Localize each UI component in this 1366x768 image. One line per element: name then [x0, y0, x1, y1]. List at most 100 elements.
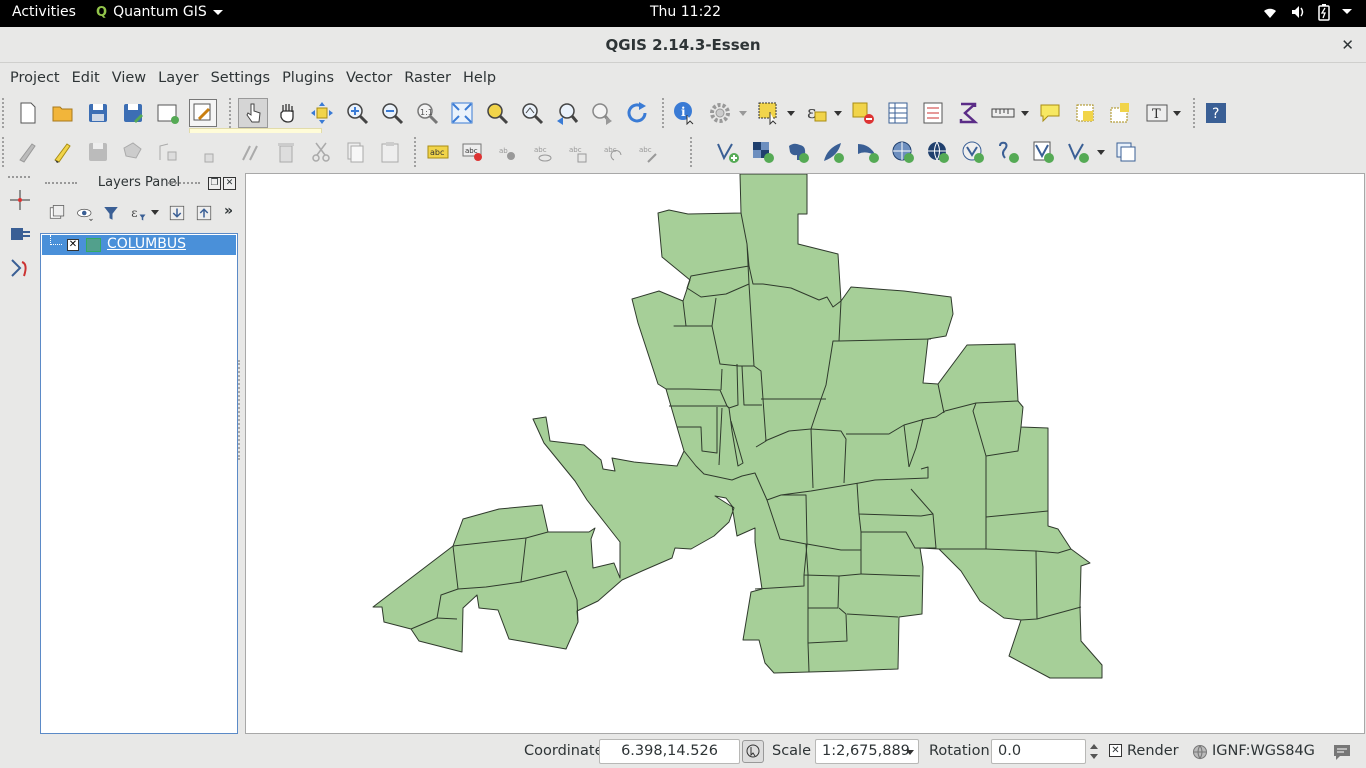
new-spatialite-layer-button[interactable]: [1064, 138, 1092, 166]
add-vector-layer-button[interactable]: [714, 138, 742, 166]
menu-layer[interactable]: Layer: [152, 64, 204, 94]
render-checkbox[interactable]: ✕: [1109, 744, 1122, 757]
open-project-button[interactable]: [49, 99, 77, 127]
add-postgis-layer-button[interactable]: [784, 138, 812, 166]
composer-manager-button[interactable]: [189, 99, 217, 127]
zoom-in-button[interactable]: [343, 99, 371, 127]
zoom-to-selection-button[interactable]: [483, 99, 511, 127]
add-raster-layer-button[interactable]: [749, 138, 777, 166]
delete-selected-button[interactable]: [272, 138, 300, 166]
toolbar-grip[interactable]: [229, 98, 232, 128]
save-as-button[interactable]: [119, 99, 147, 127]
new-shapefile-layer-button[interactable]: [1029, 138, 1057, 166]
float-panel-icon[interactable]: ❐: [208, 177, 221, 190]
select-features-button[interactable]: [755, 99, 783, 127]
save-project-button[interactable]: [84, 99, 112, 127]
pin-labels-button[interactable]: abc: [459, 138, 487, 166]
show-hide-labels-button[interactable]: abc: [529, 138, 557, 166]
filter-by-expression-button[interactable]: ε: [124, 199, 152, 227]
coordinate-field[interactable]: 6.398,14.526: [599, 739, 740, 764]
zoom-last-button[interactable]: [553, 99, 581, 127]
toolbar-grip[interactable]: [690, 137, 693, 167]
node-tool-button[interactable]: [189, 138, 217, 166]
rotation-stepper[interactable]: [1086, 739, 1102, 764]
toolbar-grip[interactable]: [8, 176, 30, 178]
measure-line-button[interactable]: [989, 99, 1017, 127]
chevron-down-icon[interactable]: [1021, 111, 1029, 116]
add-wms-layer-button[interactable]: [889, 138, 917, 166]
clock[interactable]: Thu 11:22: [650, 4, 721, 20]
manage-visibility-button[interactable]: [71, 199, 99, 227]
toolbar-grip[interactable]: [2, 137, 5, 167]
run-action-button[interactable]: [706, 99, 734, 127]
panel-title-bar[interactable]: Layers Panel ❐ ✕: [40, 174, 238, 194]
collapse-all-button[interactable]: [190, 199, 218, 227]
zoom-out-button[interactable]: [378, 99, 406, 127]
whats-this-button[interactable]: ?: [1202, 99, 1230, 127]
menu-view[interactable]: View: [106, 64, 152, 94]
layer-row-columbus[interactable]: ✕ COLUMBUS: [42, 235, 236, 255]
menu-raster[interactable]: Raster: [398, 64, 457, 94]
chevron-down-icon[interactable]: [1097, 150, 1105, 155]
cut-features-button[interactable]: [307, 138, 335, 166]
save-layer-edits-button[interactable]: [84, 138, 112, 166]
map-canvas[interactable]: [245, 173, 1365, 734]
add-group-button[interactable]: [43, 199, 71, 227]
menu-project[interactable]: Project: [4, 64, 66, 94]
add-feature-button[interactable]: [119, 138, 147, 166]
app-menu[interactable]: Q Quantum GIS: [96, 4, 223, 20]
menu-edit[interactable]: Edit: [66, 64, 106, 94]
pan-map-button[interactable]: [274, 99, 302, 127]
crs-status[interactable]: IGNF:WGS84G: [1212, 743, 1315, 759]
crs-globe-icon[interactable]: [1192, 744, 1208, 760]
add-wfs-layer-button[interactable]: [959, 138, 987, 166]
statistical-summary-button[interactable]: [919, 99, 947, 127]
scale-combobox[interactable]: 1:2,675,889: [815, 739, 919, 764]
zoom-native-button[interactable]: 1:1: [413, 99, 441, 127]
filter-legend-button[interactable]: [97, 199, 125, 227]
rotate-label-button[interactable]: abc: [599, 138, 627, 166]
add-virtual-layer-button[interactable]: [1112, 138, 1140, 166]
chevron-down-icon[interactable]: [906, 750, 914, 755]
chevron-down-icon[interactable]: [1173, 111, 1181, 116]
expand-all-button[interactable]: [163, 199, 191, 227]
menu-plugins[interactable]: Plugins: [276, 64, 340, 94]
paste-features-button[interactable]: [376, 138, 404, 166]
menu-help[interactable]: Help: [457, 64, 502, 94]
new-print-composer-button[interactable]: [154, 99, 182, 127]
identify-features-button[interactable]: i: [671, 99, 699, 127]
copy-features-button[interactable]: [341, 138, 369, 166]
toolbar-grip[interactable]: [1193, 98, 1196, 128]
deselect-all-button[interactable]: [849, 99, 877, 127]
add-wcs-layer-button[interactable]: [924, 138, 952, 166]
toggle-editing-button[interactable]: [49, 138, 77, 166]
toolbar-grip[interactable]: [414, 137, 417, 167]
show-bookmarks-button[interactable]: [1106, 99, 1134, 127]
layer-labeling-options-button[interactable]: abc: [424, 138, 452, 166]
refresh-button[interactable]: [623, 99, 651, 127]
new-bookmark-button[interactable]: [1071, 99, 1099, 127]
current-edits-button[interactable]: [14, 138, 42, 166]
system-tray[interactable]: [1262, 3, 1352, 21]
more-tools-button[interactable]: »: [224, 203, 233, 219]
text-annotation-button[interactable]: T: [1143, 99, 1171, 127]
add-delimited-text-layer-button[interactable]: [994, 138, 1022, 166]
toolbar-grip[interactable]: [662, 98, 665, 128]
menu-vector[interactable]: Vector: [340, 64, 398, 94]
add-mssql-layer-button[interactable]: [854, 138, 882, 166]
coordinate-toggle-button[interactable]: [742, 740, 764, 763]
rotation-spinbox[interactable]: 0.0: [991, 739, 1086, 764]
select-by-expression-button[interactable]: ε: [802, 99, 830, 127]
chevron-down-icon[interactable]: [151, 210, 159, 215]
activities-button[interactable]: Activities: [12, 4, 76, 20]
add-spatialite-layer-button[interactable]: [819, 138, 847, 166]
close-icon[interactable]: ✕: [1341, 27, 1354, 63]
zoom-full-button[interactable]: [448, 99, 476, 127]
chevron-down-icon[interactable]: [787, 111, 795, 116]
python-console-button[interactable]: [6, 254, 34, 282]
panel-splitter[interactable]: [238, 360, 242, 460]
georeferencer-button[interactable]: [6, 220, 34, 248]
chevron-down-icon[interactable]: [739, 111, 747, 116]
zoom-to-layer-button[interactable]: [518, 99, 546, 127]
zoom-next-button[interactable]: [588, 99, 616, 127]
